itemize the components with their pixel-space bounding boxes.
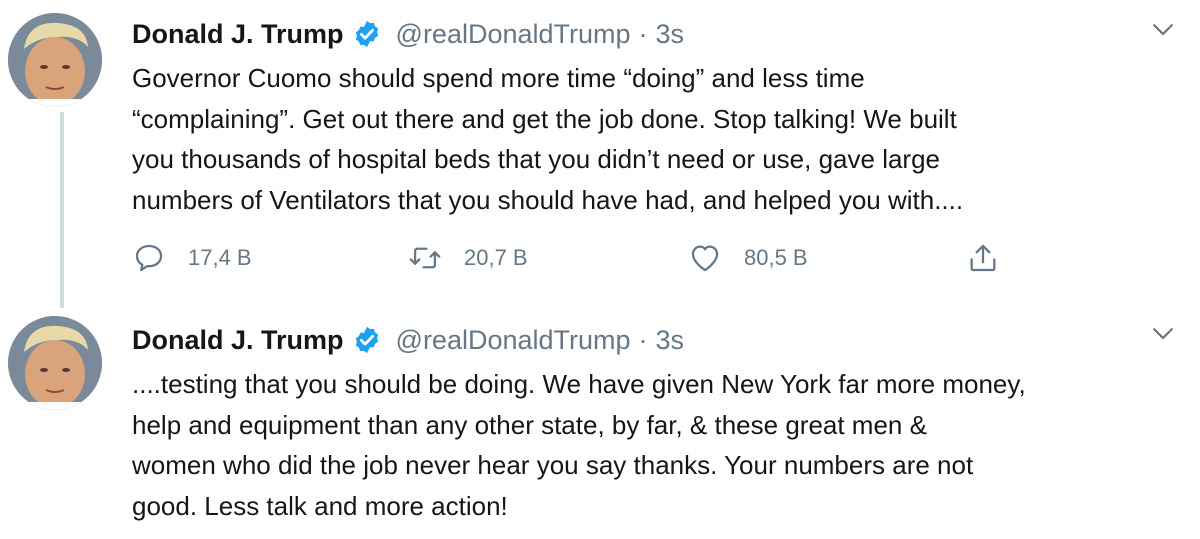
tweet[interactable]: Donald J. Trump @realDonaldTrump · 3s ..… [0,306,1200,539]
tweet-text: ....testing that you should be doing. We… [132,364,1172,526]
tweet-header: Donald J. Trump @realDonaldTrump · 3s [132,14,684,54]
author-name[interactable]: Donald J. Trump [132,19,344,50]
heart-icon [691,245,719,272]
tweet-header: Donald J. Trump @realDonaldTrump · 3s [132,320,684,360]
author-name[interactable]: Donald J. Trump [132,325,344,356]
chevron-down-icon[interactable] [1148,318,1178,348]
reply-bubble-icon [135,244,163,272]
tweet-actions: 17,4 B 20,7 B 80,5 B [132,238,1032,278]
tweet-text-line: good. Less talk and more action! [132,490,508,521]
author-handle[interactable]: @realDonaldTrump [396,325,631,356]
tweet-text-line: you thousands of hospital beds that you … [132,144,941,174]
chevron-down-icon[interactable] [1148,14,1178,44]
like-button[interactable]: 80,5 B [688,238,808,278]
avatar[interactable] [8,316,102,410]
reply-button[interactable]: 17,4 B [132,238,252,278]
verified-badge-icon [355,326,378,354]
retweet-count: 20,7 B [464,245,528,270]
verified-badge-icon [355,20,378,48]
tweet-text-line: numbers of Ventilators that you should h… [132,184,964,215]
like-count: 80,5 B [744,245,808,270]
tweet-text-line: Governor Cuomo should spend more time “d… [132,63,865,93]
tweet-text-line: “complaining”. Get out there and get the… [132,103,957,134]
reply-count: 17,4 B [188,245,252,270]
tweet-text-line: ....testing that you should be doing. We… [132,369,1026,399]
author-handle[interactable]: @realDonaldTrump [396,19,631,50]
tweet-text: Governor Cuomo should spend more time “d… [132,58,1172,220]
tweet[interactable]: Donald J. Trump @realDonaldTrump · 3s Go… [0,0,1200,300]
tweet-text-line: help and equipment than any other state,… [132,409,927,440]
share-upload-icon [970,244,996,272]
separator-dot: · [638,18,648,49]
timestamp[interactable]: 3s [656,19,685,50]
avatar[interactable] [8,13,102,107]
tweet-text-line: women who did the job never hear you say… [132,450,974,480]
retweet-icon [409,247,441,269]
timestamp[interactable]: 3s [656,325,685,356]
share-button[interactable] [966,238,1000,278]
separator-dot: · [638,324,648,355]
retweet-button[interactable]: 20,7 B [408,238,528,278]
